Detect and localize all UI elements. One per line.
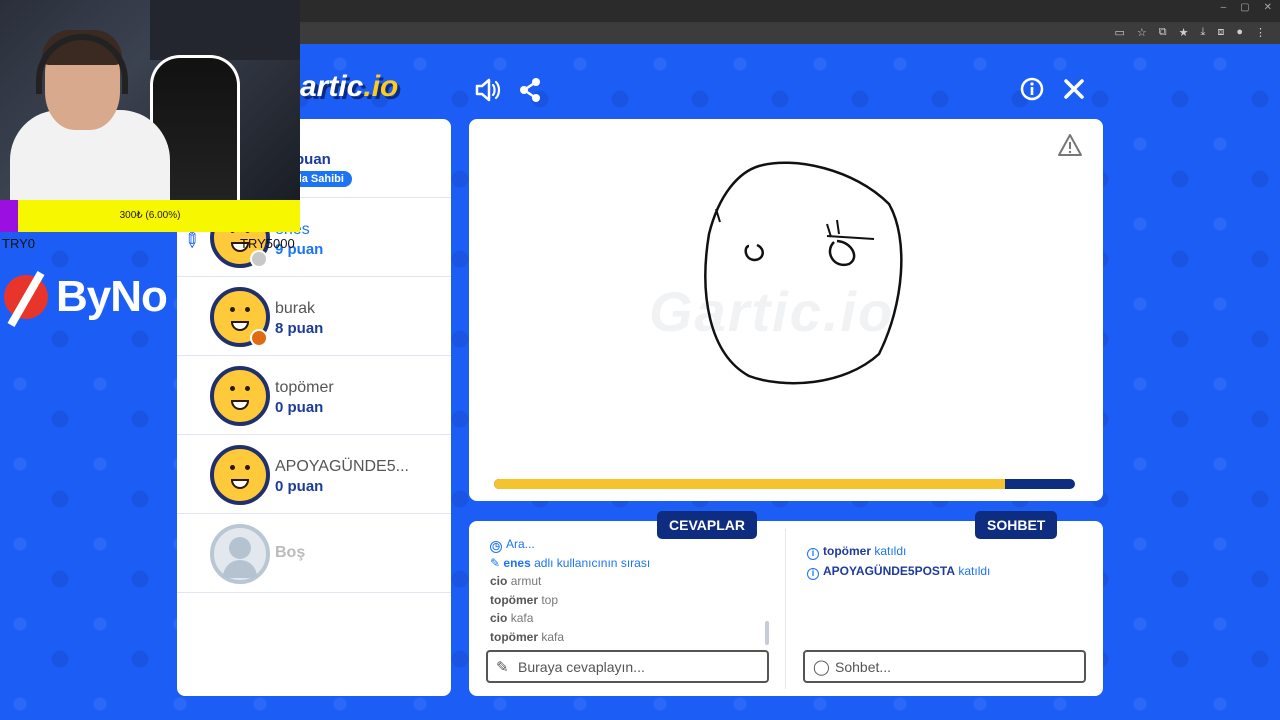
round-timer-fill bbox=[494, 479, 1006, 489]
volume-icon[interactable] bbox=[474, 77, 502, 103]
pencil-icon: ✎ bbox=[490, 555, 504, 570]
player-name: burak bbox=[275, 300, 316, 317]
player-row: APOYAGÜNDE5... 0 puan bbox=[177, 435, 451, 514]
answers-chat-panel: CEVAPLAR SOHBET ◷ Ara... ✎ enes adlı kull… bbox=[469, 511, 1103, 696]
log-user: APOYAGÜNDE5POSTA bbox=[823, 564, 956, 578]
profile-icon[interactable]: ● bbox=[1236, 26, 1243, 39]
panel-divider bbox=[785, 529, 786, 689]
cast-icon[interactable]: ▭ bbox=[1114, 26, 1124, 39]
list-item: i APOYAGÜNDE5POSTA katıldı bbox=[807, 561, 1087, 581]
log-user: cio bbox=[490, 611, 508, 625]
webcam-overlay bbox=[0, 0, 300, 200]
log-user: topömer bbox=[490, 629, 538, 644]
chat-field[interactable]: ◯ bbox=[803, 650, 1086, 683]
menu-icon[interactable]: ⋮ bbox=[1255, 26, 1266, 39]
answer-field[interactable]: ✎ bbox=[486, 650, 769, 683]
player-avatar bbox=[210, 445, 270, 505]
player-avatar bbox=[210, 366, 270, 426]
log-text: katıldı bbox=[958, 564, 991, 578]
log-user: cio bbox=[490, 574, 508, 588]
chat-input[interactable] bbox=[835, 656, 1065, 678]
list-item: ✎ enes adlı kullanıcının sırası bbox=[490, 554, 770, 573]
player-row: burak 8 puan bbox=[177, 277, 451, 356]
list-item: cio kafa bbox=[490, 609, 770, 628]
empty-slot-row[interactable]: Boş bbox=[177, 514, 451, 593]
background-shelf bbox=[150, 0, 300, 60]
log-user: topömer bbox=[490, 592, 538, 607]
donation-goal-text: 300₺ (6.00%) bbox=[119, 210, 181, 221]
list-item: topömer top bbox=[490, 591, 770, 610]
player-score: 0 puan bbox=[275, 478, 324, 495]
streamer-brand: ByNo bbox=[4, 262, 168, 332]
list-item: topömer kafa bbox=[490, 628, 770, 647]
window-controls: – ▢ ✕ bbox=[1221, 2, 1272, 13]
info-icon[interactable] bbox=[1020, 77, 1044, 101]
maximize-button[interactable]: ▢ bbox=[1240, 2, 1249, 13]
star-icon[interactable]: ☆ bbox=[1137, 26, 1147, 39]
log-text: katıldı bbox=[874, 544, 907, 558]
download-icon[interactable]: ⤓ bbox=[1200, 26, 1205, 39]
game-logo: artic.io bbox=[300, 70, 398, 104]
answers-scrollbar[interactable] bbox=[765, 621, 769, 645]
player-status-dot bbox=[250, 250, 268, 268]
chat-log: i topömer katıldı i APOYAGÜNDE5POSTA katıl… bbox=[807, 541, 1087, 581]
close-icon[interactable] bbox=[1063, 78, 1085, 100]
brand-name: ByNo bbox=[56, 272, 168, 321]
extensions-icon[interactable]: ⧉ bbox=[1159, 26, 1167, 39]
answers-log: ◷ Ara... ✎ enes adlı kullanıcının sırası … bbox=[490, 535, 770, 646]
empty-slot-label: Boş bbox=[275, 544, 306, 561]
info-icon: i bbox=[807, 548, 819, 560]
log-text: armut bbox=[510, 574, 542, 588]
clock-icon: ◷ bbox=[490, 541, 502, 553]
logo-ext: .io bbox=[363, 70, 399, 103]
donation-min-label: TRY0 bbox=[2, 236, 35, 251]
list-item: ◷ Ara... bbox=[490, 535, 770, 554]
donation-goal-bar: 300₺ (6.00%) bbox=[0, 200, 300, 232]
player-status-dot bbox=[250, 329, 268, 347]
translate-icon[interactable]: ⧈ bbox=[1217, 26, 1224, 39]
list-item: cio armut bbox=[490, 572, 770, 591]
log-text: adlı kullanıcının sırası bbox=[534, 555, 651, 570]
sketch-drawing bbox=[704, 161, 903, 385]
answer-input[interactable] bbox=[518, 656, 748, 678]
logo-main: artic bbox=[300, 70, 364, 103]
player-row: topömer 0 puan bbox=[177, 356, 451, 435]
player-score: 0 puan bbox=[275, 399, 324, 416]
log-text: kafa bbox=[510, 611, 534, 625]
player-name: APOYAGÜNDE5... bbox=[275, 458, 409, 475]
donation-max-label: TRY5000 bbox=[240, 236, 295, 251]
player-score: puan bbox=[295, 151, 331, 168]
brand-logo-icon bbox=[4, 275, 48, 319]
info-icon: i bbox=[807, 568, 819, 580]
log-text: Ara... bbox=[506, 537, 535, 551]
player-name: topömer bbox=[275, 379, 334, 396]
chat-bubble-icon: ◯ bbox=[813, 659, 830, 676]
share-icon[interactable] bbox=[518, 77, 542, 103]
player-score: 8 puan bbox=[275, 320, 324, 337]
log-user: enes bbox=[503, 555, 531, 570]
log-text: top bbox=[541, 592, 559, 607]
report-warning-icon[interactable] bbox=[1057, 133, 1083, 157]
pencil-icon: ✎ bbox=[496, 659, 509, 676]
tab-chat[interactable]: SOHBET bbox=[975, 511, 1058, 539]
close-window-button[interactable]: ✕ bbox=[1264, 2, 1272, 13]
bookmark-icon[interactable]: ★ bbox=[1179, 26, 1189, 39]
browser-toolbar-icons: ▭ ☆ ⧉ ★ ⤓ ⧈ ● ⋮ bbox=[1114, 26, 1266, 39]
list-item: i topömer katıldı bbox=[807, 541, 1087, 561]
round-timer-bar bbox=[494, 479, 1075, 489]
log-text: kafa bbox=[541, 629, 565, 644]
minimize-button[interactable]: – bbox=[1221, 2, 1227, 13]
log-user: topömer bbox=[823, 544, 871, 558]
empty-avatar bbox=[210, 524, 270, 584]
drawing-canvas[interactable]: Gartic.io bbox=[469, 119, 1103, 501]
